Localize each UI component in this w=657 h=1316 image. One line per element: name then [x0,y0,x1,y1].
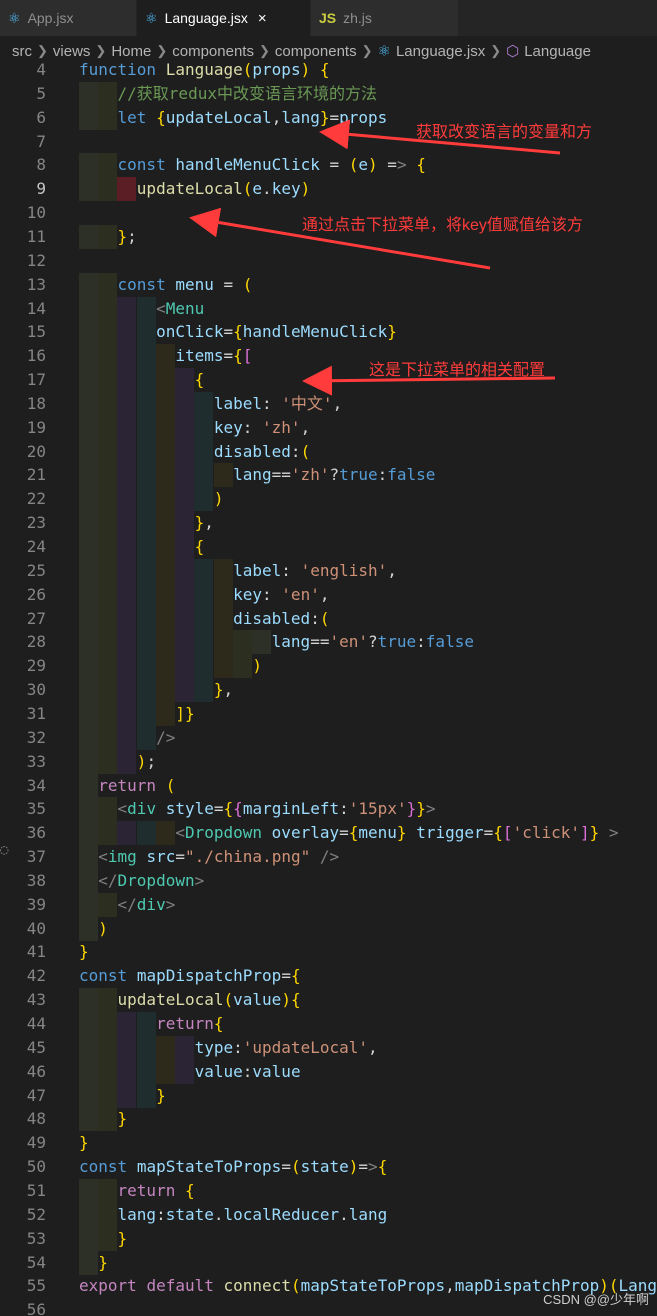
annotation-text: 通过点击下拉菜单，将key值赋值给该方 [302,217,583,234]
annotation-text: 这是下拉菜单的相关配置 [369,362,546,379]
watermark: CSDN @@少年啊 [543,1292,649,1307]
annotation-arrows [189,119,561,396]
annotation-text: 获取改变语言的变量和方 [416,124,593,141]
